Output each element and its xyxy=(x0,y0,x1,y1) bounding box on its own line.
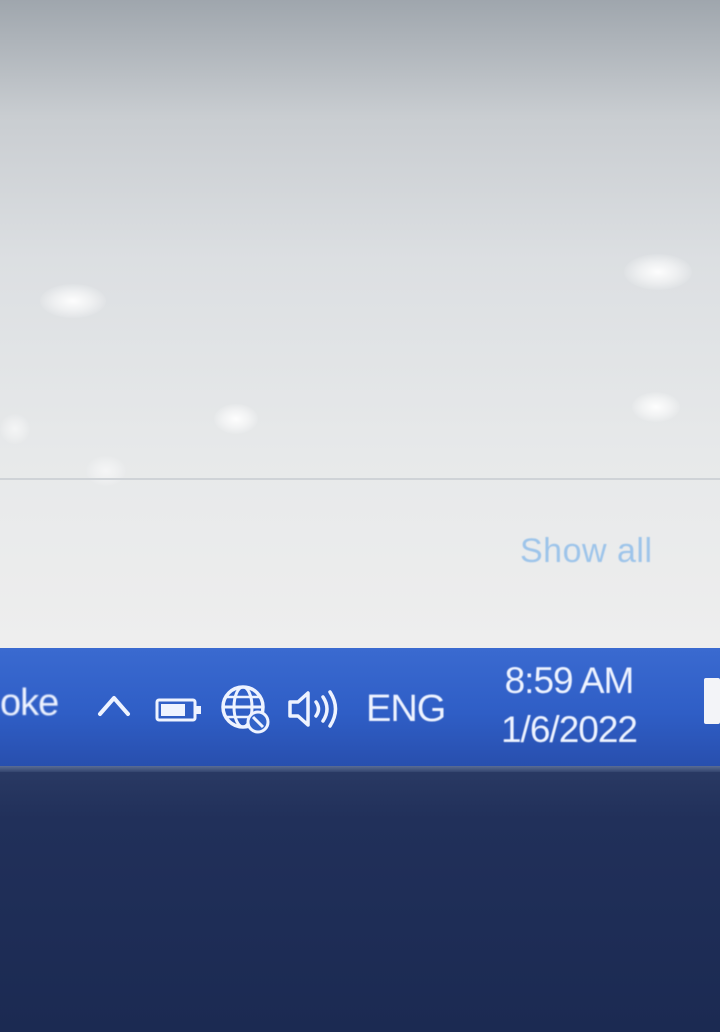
battery-icon[interactable] xyxy=(155,698,203,722)
screen-glare xyxy=(624,254,692,290)
screen-glare xyxy=(86,456,126,486)
notification-center-button[interactable] xyxy=(704,678,720,724)
screen-glare xyxy=(632,392,680,422)
globe-network-icon[interactable] xyxy=(218,682,272,736)
clock[interactable]: 8:59 AM 1/6/2022 xyxy=(484,658,654,756)
clock-date: 1/6/2022 xyxy=(500,709,638,750)
screen-glare xyxy=(214,404,258,434)
monitor-bezel xyxy=(0,766,720,1032)
show-all-link[interactable]: Show all xyxy=(520,532,653,571)
screen-glare xyxy=(40,284,106,318)
taskbar-app-label[interactable]: oke xyxy=(0,682,59,725)
bezel-edge xyxy=(0,766,720,772)
panel-divider xyxy=(0,478,720,480)
taskbar: oke ENG 8:59 AM 1/6/2022 xyxy=(0,648,720,766)
language-indicator[interactable]: ENG xyxy=(366,688,446,731)
notification-panel: Show all xyxy=(0,0,720,648)
screen: Show all oke ENG 8:59 AM 1/6/2022 xyxy=(0,0,720,1032)
clock-time: 8:59 AM xyxy=(504,660,635,701)
screen-glare xyxy=(0,414,30,444)
chevron-up-icon[interactable] xyxy=(96,692,132,718)
speaker-volume-icon[interactable] xyxy=(286,688,344,730)
